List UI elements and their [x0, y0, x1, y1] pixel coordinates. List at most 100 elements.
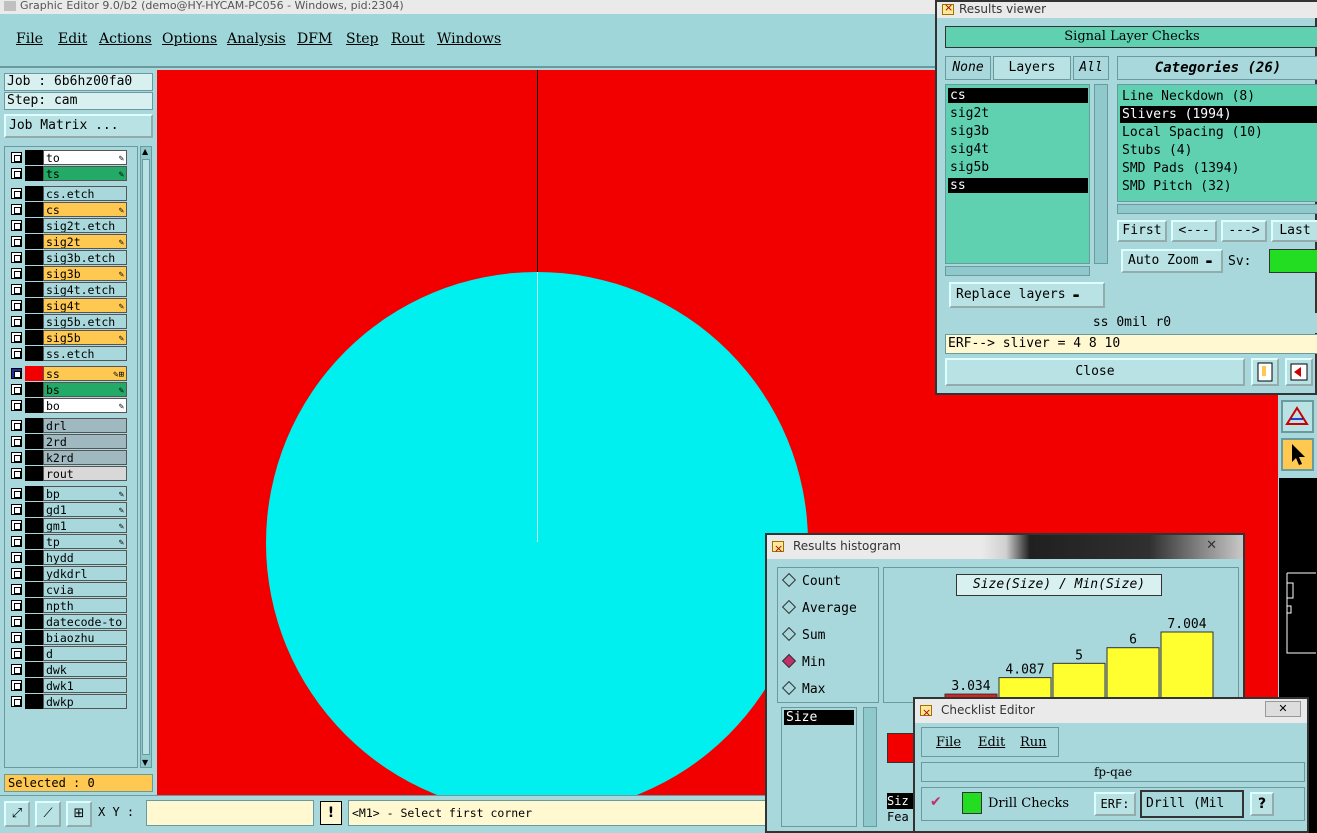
layer-checkbox[interactable] [11, 584, 22, 595]
close-icon[interactable]: ✕ [1206, 538, 1217, 553]
layer-row[interactable]: cvia [7, 582, 135, 597]
layer-checkbox[interactable] [11, 316, 22, 327]
layer-color-swatch[interactable] [25, 582, 43, 597]
layer-color-swatch[interactable] [25, 418, 43, 433]
layer-checkbox[interactable] [11, 520, 22, 531]
menu-run[interactable]: Run [1020, 735, 1047, 750]
layer-checkbox[interactable] [11, 400, 22, 411]
layer-row[interactable]: datecode-to [7, 614, 135, 629]
layer-name[interactable]: dwkp [43, 694, 127, 709]
layer-color-swatch[interactable] [25, 282, 43, 297]
layer-color-swatch[interactable] [25, 678, 43, 693]
aggregation-option-average[interactable]: Average [781, 599, 857, 616]
layer-row[interactable]: drl [7, 418, 135, 433]
layer-row[interactable]: sig2t ✎ [7, 234, 135, 249]
layer-row[interactable]: cs ✎ [7, 202, 135, 217]
message-button[interactable]: ! [320, 801, 342, 825]
layer-checkbox[interactable] [11, 348, 22, 359]
categories-list[interactable]: Line Neckdown (8) Slivers (1994) Local Spa… [1117, 84, 1317, 202]
layer-name[interactable]: ydkdrl [43, 566, 127, 581]
layer-name[interactable]: dwk1 [43, 678, 127, 693]
layer-name[interactable]: gd1 ✎ [43, 502, 127, 517]
erf-button[interactable]: ERF: [1094, 792, 1136, 816]
results-layer-item[interactable]: sig2t [948, 106, 1088, 121]
layer-color-swatch[interactable] [25, 614, 43, 629]
layer-row[interactable]: sig4t.etch [7, 282, 135, 297]
layer-checkbox[interactable] [11, 664, 22, 675]
layer-row[interactable]: sig4t ✎ [7, 298, 135, 313]
results-layer-list[interactable]: cs sig2t sig3b sig4t sig5b ss [945, 84, 1090, 264]
aggregation-option-min[interactable]: Min [781, 653, 825, 670]
layer-checkbox[interactable] [11, 696, 22, 707]
layer-color-swatch[interactable] [25, 234, 43, 249]
layer-name[interactable]: cvia [43, 582, 127, 597]
category-item[interactable]: Local Spacing (10) [1120, 124, 1317, 141]
layer-name[interactable]: d [43, 646, 127, 661]
layer-row[interactable]: d [7, 646, 135, 661]
layer-row[interactable]: biaozhu [7, 630, 135, 645]
layer-checkbox[interactable] [11, 680, 22, 691]
layer-row[interactable]: bp ✎ [7, 486, 135, 501]
checklist-titlebar[interactable]: Checklist Editor [915, 699, 1307, 724]
layer-color-swatch[interactable] [25, 186, 43, 201]
scroll-thumb[interactable] [142, 159, 150, 755]
layer-color-swatch[interactable] [25, 250, 43, 265]
last-button[interactable]: Last [1271, 220, 1317, 242]
layer-row[interactable]: k2rd [7, 450, 135, 465]
grid-button[interactable]: ⊞ [66, 801, 92, 827]
layer-color-swatch[interactable] [25, 598, 43, 613]
layer-checkbox[interactable] [11, 332, 22, 343]
layer-name[interactable]: k2rd [43, 450, 127, 465]
layer-name[interactable]: ss ✎⊞ [43, 366, 127, 381]
layer-checkbox[interactable] [11, 552, 22, 563]
menu-edit[interactable]: Edit [978, 735, 1005, 750]
replace-layers-dropdown[interactable]: Replace layers ▬ [949, 282, 1105, 308]
layer-color-swatch[interactable] [25, 694, 43, 709]
layer-color-swatch[interactable] [25, 434, 43, 449]
layer-color-swatch[interactable] [25, 518, 43, 533]
menu-windows[interactable]: Windows [437, 31, 501, 47]
layer-name[interactable]: sig2t.etch [43, 218, 127, 233]
menu-actions[interactable]: Actions [99, 31, 152, 47]
layer-checkbox[interactable] [11, 420, 22, 431]
layer-list[interactable]: to ✎ ts ✎ cs.etch cs ✎ sig2t.etch sig2t ✎ sig3b.et… [4, 146, 138, 768]
results-layer-item[interactable]: ss [948, 178, 1088, 193]
scroll-up-icon[interactable]: ▲ [142, 147, 148, 156]
layer-checkbox[interactable] [11, 368, 22, 379]
layer-name[interactable]: cs ✎ [43, 202, 127, 217]
layer-name[interactable]: sig3b.etch [43, 250, 127, 265]
layer-checkbox[interactable] [11, 204, 22, 215]
layer-row[interactable]: tp ✎ [7, 534, 135, 549]
scroll-down-icon[interactable]: ▼ [142, 758, 148, 767]
layer-checkbox[interactable] [11, 488, 22, 499]
close-button[interactable]: ✕ [1265, 701, 1301, 717]
category-item[interactable]: Line Neckdown (8) [1120, 88, 1317, 105]
severity-indicator[interactable] [1269, 249, 1317, 273]
layer-row[interactable]: dwk1 [7, 678, 135, 693]
layer-checkbox[interactable] [11, 384, 22, 395]
layer-row[interactable]: ss ✎⊞ [7, 366, 135, 381]
layer-name[interactable]: datecode-to [43, 614, 127, 629]
menu-dfm[interactable]: DFM [297, 31, 332, 47]
categories-hscrollbar[interactable] [1117, 204, 1317, 214]
layer-name[interactable]: to ✎ [43, 150, 127, 165]
layer-name[interactable]: ts ✎ [43, 166, 127, 181]
layer-row[interactable]: cs.etch [7, 186, 135, 201]
layer-row[interactable]: dwk [7, 662, 135, 677]
layer-checkbox[interactable] [11, 568, 22, 579]
close-button[interactable]: Close [945, 358, 1245, 386]
layer-color-swatch[interactable] [25, 150, 43, 165]
erf-input[interactable]: Drill (Mil [1140, 790, 1244, 818]
layer-color-swatch[interactable] [25, 366, 43, 381]
layer-color-swatch[interactable] [25, 382, 43, 397]
layer-color-swatch[interactable] [25, 502, 43, 517]
results-layer-item[interactable]: sig3b [948, 124, 1088, 139]
layer-checkbox[interactable] [11, 220, 22, 231]
layer-checkbox[interactable] [11, 632, 22, 643]
aggregation-option-sum[interactable]: Sum [781, 626, 825, 643]
layer-row[interactable]: rout [7, 466, 135, 481]
aggregation-option-count[interactable]: Count [781, 572, 841, 589]
layer-checkbox[interactable] [11, 236, 22, 247]
layer-checkbox[interactable] [11, 188, 22, 199]
menu-step[interactable]: Step [346, 31, 378, 47]
